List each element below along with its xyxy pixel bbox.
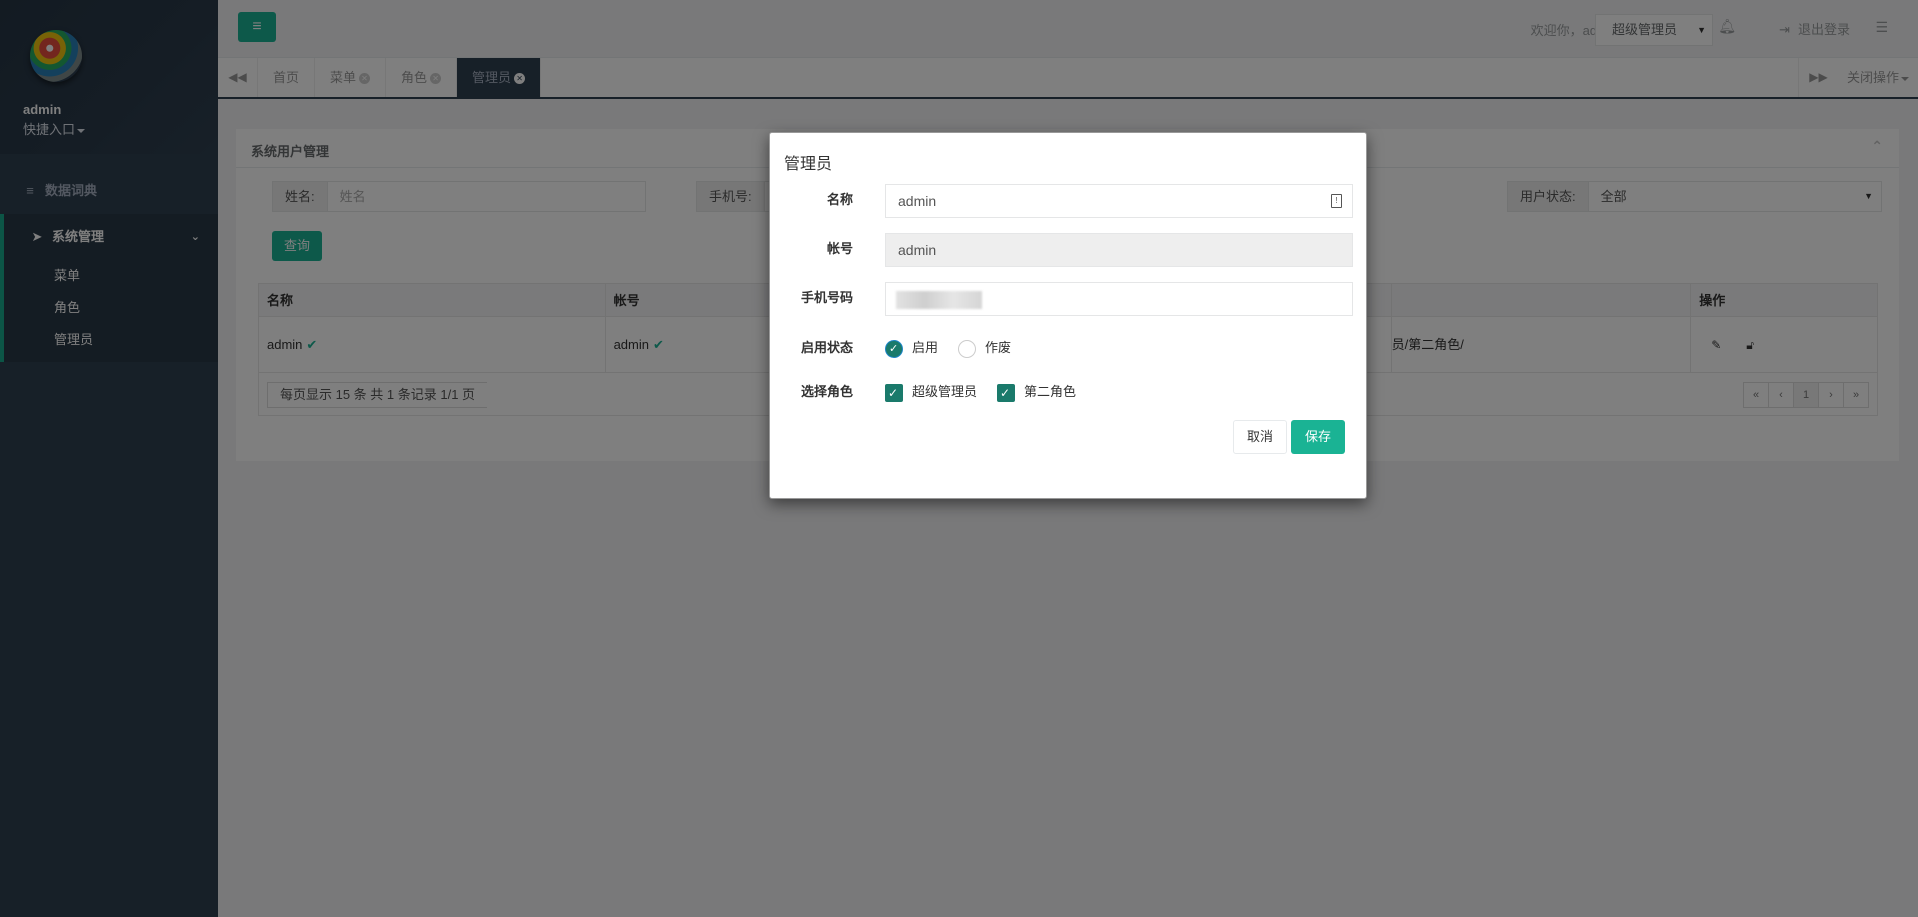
phone-label: 手机号码 xyxy=(800,290,853,305)
save-button[interactable]: 保存 xyxy=(1291,420,1345,454)
radio-checked-icon xyxy=(885,339,903,358)
status-label: 启用状态 xyxy=(800,340,853,355)
form-row-account: 帐号 admin xyxy=(770,231,1368,267)
checkbox-checked-icon xyxy=(997,383,1015,402)
checkbox-checked-icon xyxy=(885,383,903,402)
role-second-label: 第二角色 xyxy=(1024,384,1077,399)
status-disabled-label: 作废 xyxy=(985,340,1012,355)
form-row-name: 名称 admin! xyxy=(770,182,1368,218)
role-super-admin-label: 超级管理员 xyxy=(912,384,978,399)
account-input-value: admin xyxy=(898,242,937,258)
form-row-roles: 选择角色 超级管理员 第二角色 xyxy=(770,374,1368,410)
dialog-title: 管理员 xyxy=(784,156,833,173)
name-input-value: admin xyxy=(898,193,937,209)
form-row-phone: 手机号码 xyxy=(770,280,1368,316)
account-input: admin xyxy=(885,233,1353,267)
role-second-checkbox[interactable]: 第二角色 xyxy=(997,374,1076,410)
status-enabled-radio[interactable]: 启用 xyxy=(885,330,938,366)
blurred-phone-value xyxy=(896,291,982,310)
role-super-admin-checkbox[interactable]: 超级管理员 xyxy=(885,374,977,410)
name-label: 名称 xyxy=(826,192,853,207)
form-row-status: 启用状态 启用 作废 xyxy=(770,330,1368,366)
roles-label: 选择角色 xyxy=(800,384,853,399)
cancel-button[interactable]: 取消 xyxy=(1233,420,1287,454)
status-enabled-label: 启用 xyxy=(912,340,939,355)
id-card-icon: ! xyxy=(1331,194,1342,208)
phone-input[interactable] xyxy=(885,282,1353,316)
name-input[interactable]: admin! xyxy=(885,184,1353,218)
admin-edit-dialog: 管理员 名称 admin! 帐号 admin 手机号码 启用状态 启用 作废 选… xyxy=(769,132,1367,499)
status-disabled-radio[interactable]: 作废 xyxy=(958,330,1011,366)
radio-unchecked-icon xyxy=(958,339,976,358)
account-label: 帐号 xyxy=(826,241,853,256)
